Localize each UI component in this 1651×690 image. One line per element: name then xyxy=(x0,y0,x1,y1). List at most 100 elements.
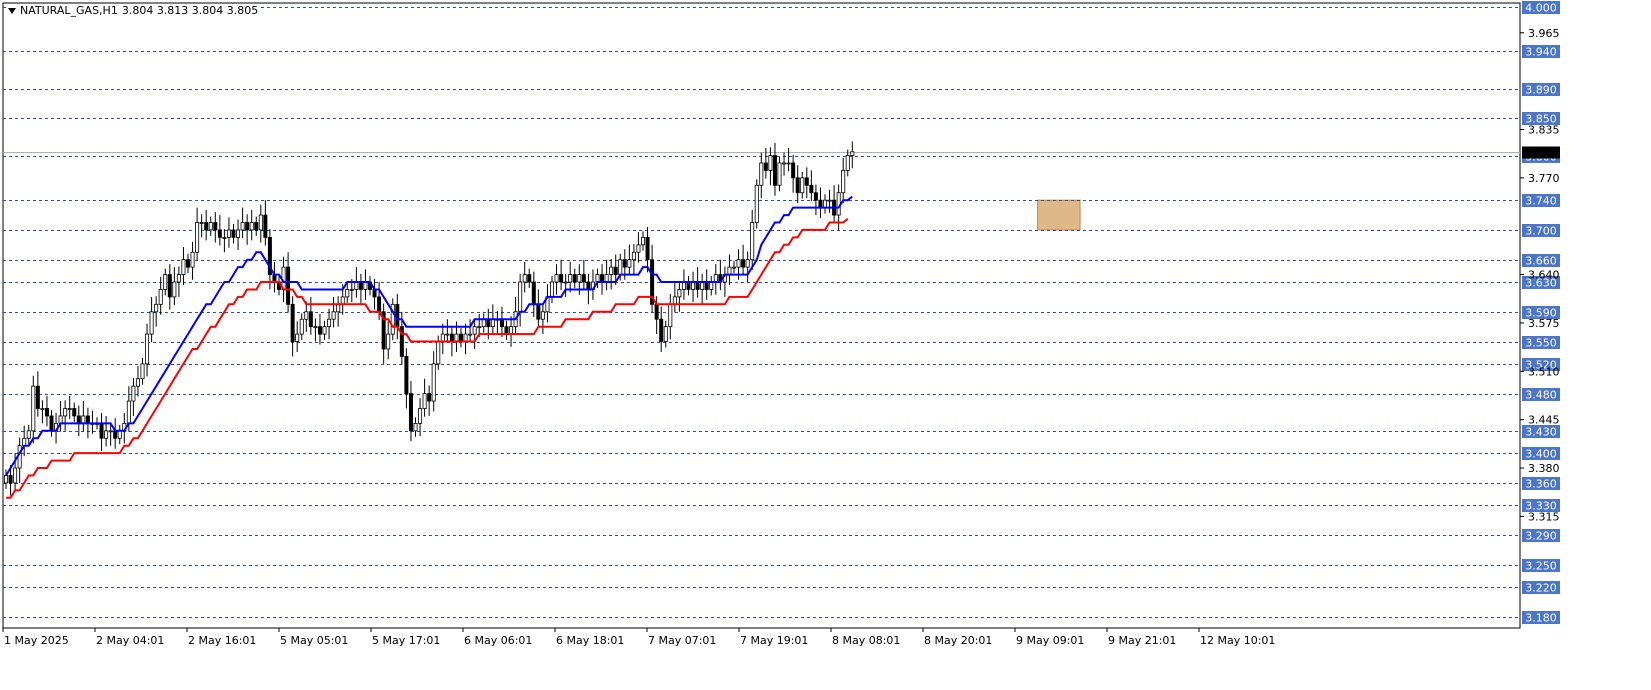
time-label: 9 May 09:01 xyxy=(1016,634,1084,647)
candle-body xyxy=(813,192,818,201)
level-label: 3.180 xyxy=(1525,612,1557,625)
candle-body xyxy=(313,326,318,329)
candle-body xyxy=(354,281,359,290)
candle-body xyxy=(377,296,382,313)
candle-body xyxy=(490,318,495,328)
price-tick-label: 3.380 xyxy=(1528,462,1560,475)
level-label: 3.660 xyxy=(1525,255,1557,268)
candle-body xyxy=(613,266,618,275)
candle-body xyxy=(568,274,573,283)
candle-body xyxy=(540,311,545,320)
candle-body xyxy=(304,311,309,320)
candle-body xyxy=(363,281,368,290)
candle-body xyxy=(645,236,650,261)
candle-body xyxy=(340,296,345,305)
level-label: 3.940 xyxy=(1525,46,1557,59)
candle-body xyxy=(422,393,427,409)
dropdown-triangle-icon[interactable] xyxy=(8,7,16,14)
candle-body xyxy=(236,229,241,238)
candle-body xyxy=(695,281,700,290)
candle-body xyxy=(772,155,777,186)
candle-body xyxy=(172,281,177,298)
plot-frame xyxy=(2,2,1521,629)
candle-body xyxy=(299,318,304,335)
candle-body xyxy=(472,326,477,335)
time-label: 8 May 08:01 xyxy=(832,634,900,647)
candle-body xyxy=(572,274,577,283)
candle-body xyxy=(600,274,605,283)
candle-body xyxy=(750,222,755,261)
candle-body xyxy=(809,184,814,194)
candle-body xyxy=(454,333,459,342)
time-label: 12 May 10:01 xyxy=(1200,634,1275,647)
candle-body xyxy=(677,289,682,298)
candle-body xyxy=(372,289,377,298)
symbol-timeframe: NATURAL_GAS,H1 xyxy=(20,4,118,17)
candle-body xyxy=(654,303,659,320)
level-label: 3.400 xyxy=(1525,448,1557,461)
candle-body xyxy=(700,281,705,290)
level-label: 3.700 xyxy=(1525,225,1557,238)
time-label: 9 May 21:01 xyxy=(1108,634,1176,647)
price-chart[interactable]: 4.0003.9403.8903.8503.8003.7403.7003.660… xyxy=(0,0,1651,686)
candle-body xyxy=(108,430,113,433)
candle-body xyxy=(204,222,209,231)
candle-body xyxy=(436,341,441,365)
level-label: 3.250 xyxy=(1525,560,1557,573)
candle-body xyxy=(818,199,823,209)
candle-body xyxy=(26,430,31,439)
candle-body xyxy=(63,408,68,417)
candle-body xyxy=(81,415,86,424)
candle-body xyxy=(104,430,109,439)
price-tick-label: 3.770 xyxy=(1528,172,1560,185)
candle-body xyxy=(486,318,491,328)
time-label: 8 May 20:01 xyxy=(924,634,992,647)
candle-body xyxy=(686,281,691,290)
candle-body xyxy=(458,333,463,342)
candle-body xyxy=(67,408,72,410)
candle-body xyxy=(404,356,409,395)
candle-body xyxy=(258,214,263,231)
ohlc-values: 3.804 3.813 3.804 3.805 xyxy=(121,4,259,17)
candle-body xyxy=(741,259,746,268)
candle-body xyxy=(477,326,482,329)
candle-body xyxy=(413,422,418,432)
candle-body xyxy=(636,244,641,253)
candle-body xyxy=(418,408,423,424)
time-label: 6 May 06:01 xyxy=(464,634,532,647)
candle-body xyxy=(245,222,250,231)
price-tick-label: 3.445 xyxy=(1528,414,1560,427)
candle-body xyxy=(445,333,450,336)
candle-body xyxy=(663,326,668,342)
candle-body xyxy=(536,303,541,320)
level-label: 3.550 xyxy=(1525,337,1557,350)
candle-body xyxy=(499,318,504,328)
candle-body xyxy=(763,162,768,171)
candle-body xyxy=(295,333,300,342)
candle-body xyxy=(44,408,49,417)
candle-body xyxy=(131,385,136,402)
candle-body xyxy=(408,393,413,432)
candle-body xyxy=(217,229,222,238)
candle-body xyxy=(126,400,131,424)
candle-body xyxy=(4,475,9,484)
candle-body xyxy=(72,408,77,417)
candle-body xyxy=(713,274,718,283)
candle-body xyxy=(518,281,523,313)
price-tick-label: 3.575 xyxy=(1528,317,1560,330)
price-tick-label: 3.640 xyxy=(1528,269,1560,282)
candle-body xyxy=(226,229,231,238)
candle-body xyxy=(40,408,45,410)
candle-body xyxy=(149,311,154,335)
candle-body xyxy=(668,303,673,328)
candle-body xyxy=(563,281,568,284)
candle-body xyxy=(522,274,527,283)
candle-body xyxy=(263,214,268,238)
price-tick-label: 3.510 xyxy=(1528,365,1560,378)
level-label: 3.740 xyxy=(1525,195,1557,208)
symbol-header[interactable]: NATURAL_GAS,H1 3.804 3.813 3.804 3.805 xyxy=(6,4,261,17)
time-label: 1 May 2025 xyxy=(4,634,69,647)
candle-body xyxy=(49,415,54,432)
candle-body xyxy=(163,274,168,290)
candle-body xyxy=(290,303,295,342)
